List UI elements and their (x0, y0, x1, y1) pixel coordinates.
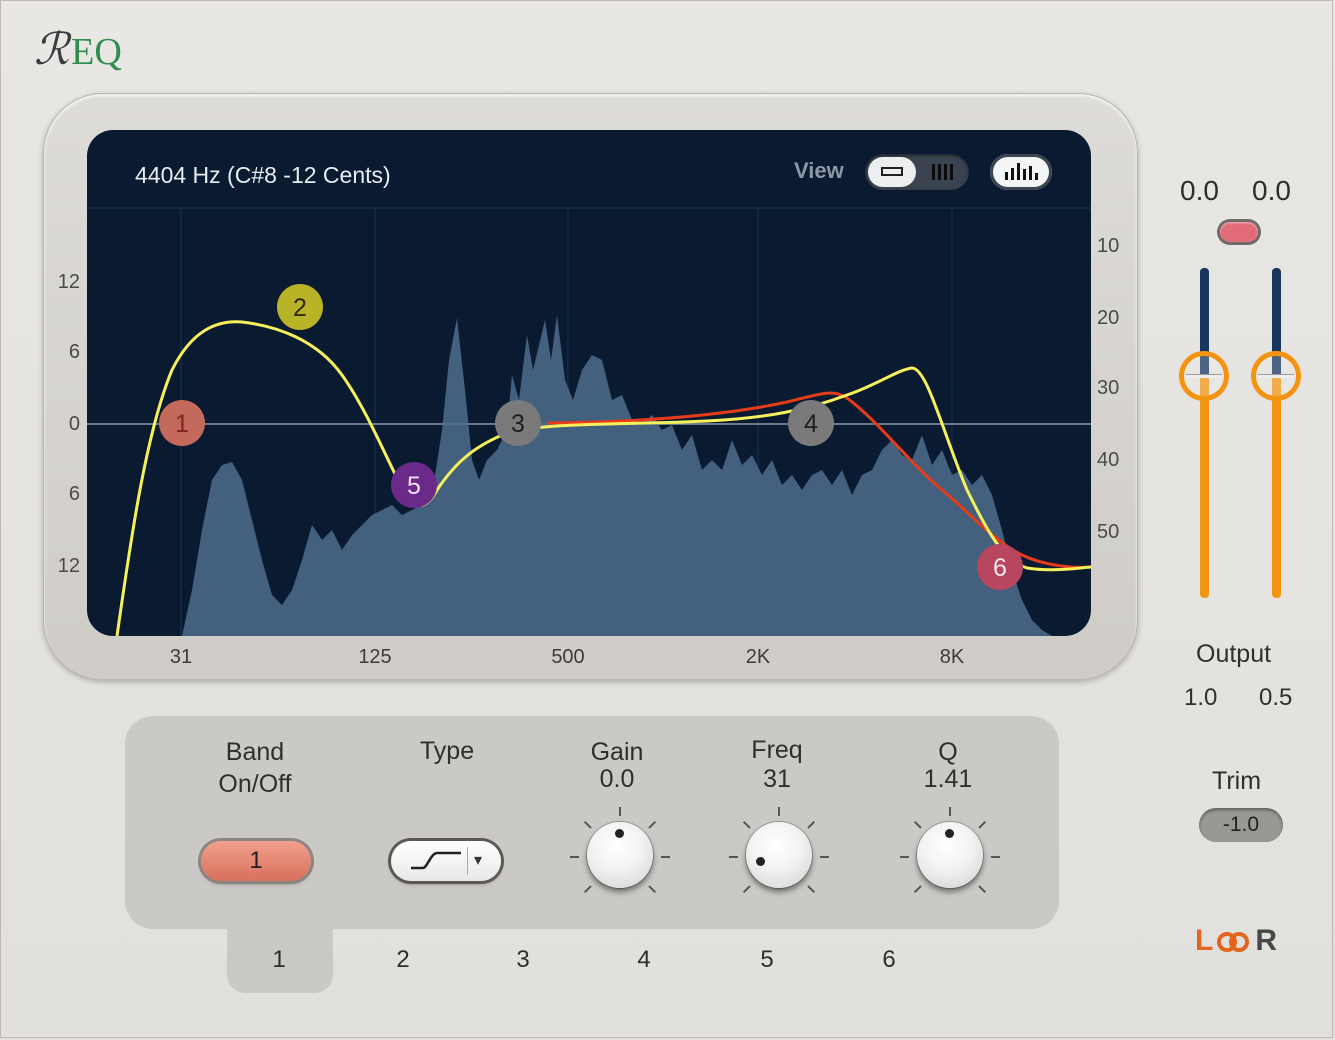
x-tick-500: 500 (551, 646, 585, 668)
freq-label: Freq (751, 736, 803, 764)
analyzer-tick-30: 30 (1097, 377, 1120, 399)
req-logo: ℛEQ (34, 24, 122, 75)
gain-tick-minus6: 6 (68, 483, 80, 505)
x-tick-31: 31 (169, 646, 193, 668)
spectrum-analyzer (182, 315, 1052, 636)
link-right-label: R (1255, 924, 1277, 957)
analyzer-tick-40: 40 (1097, 449, 1120, 471)
svg-text:2: 2 (293, 294, 307, 322)
band-node-1[interactable]: 1 (159, 400, 205, 446)
svg-text:4: 4 (804, 410, 818, 438)
clip-indicator[interactable] (1220, 222, 1258, 242)
type-dropdown[interactable]: ▾ (391, 841, 501, 881)
eq-graph[interactable]: 1 2 3 4 5 6 (87, 130, 1091, 636)
svg-text:6: 6 (993, 554, 1007, 582)
trim-label: Trim (1212, 767, 1262, 795)
output-fader-right-handle[interactable] (1251, 351, 1301, 401)
gain-tick-12: 12 (57, 271, 80, 293)
band-node-2[interactable]: 2 (277, 284, 323, 330)
analyzer-tick-10: 10 (1097, 235, 1120, 257)
single-view-button[interactable] (868, 157, 916, 187)
gain-value: 0.0 (599, 765, 635, 793)
gain-tick-minus12: 12 (57, 555, 80, 577)
x-tick-125: 125 (358, 646, 392, 668)
gain-knob-indicator (615, 829, 624, 838)
band-tab-4[interactable]: 4 (637, 946, 650, 974)
svg-text:5: 5 (407, 472, 421, 500)
output-label: Output (1196, 640, 1272, 668)
band-tab-1[interactable]: 1 (272, 946, 285, 974)
meter-value-left: 0.0 (1180, 175, 1219, 206)
band-node-5[interactable]: 5 (391, 462, 437, 508)
freq-knob-indicator (756, 857, 765, 866)
gain-tick-6: 6 (68, 341, 80, 363)
analyzer-tick-20: 20 (1097, 307, 1120, 329)
logo-r: ℛ (34, 24, 70, 75)
band-tab-2[interactable]: 2 (396, 946, 409, 974)
output-value-left: 1.0 (1184, 684, 1218, 711)
chevron-down-icon: ▾ (474, 852, 483, 869)
band-tab-3[interactable]: 3 (516, 946, 529, 974)
q-knob[interactable] (917, 822, 983, 888)
type-dropdown-divider (467, 847, 468, 875)
multi-view-button[interactable] (921, 157, 965, 187)
single-view-icon (881, 167, 903, 176)
analyzer-button[interactable] (990, 154, 1052, 190)
output-fader-left-handle[interactable] (1179, 351, 1229, 401)
output-value-right: 0.5 (1259, 684, 1293, 711)
gain-tick-0: 0 (68, 413, 80, 435)
band-onoff-label-2: On/Off (218, 770, 292, 798)
view-toggle[interactable] (865, 154, 969, 190)
band-node-6[interactable]: 6 (977, 544, 1023, 590)
highpass-icon (411, 851, 461, 870)
q-value: 1.41 (923, 765, 973, 793)
x-tick-8k: 8K (939, 646, 965, 668)
q-knob-indicator (945, 829, 954, 838)
band-tab-6[interactable]: 6 (882, 946, 895, 974)
type-label: Type (419, 737, 475, 765)
band-tab-5[interactable]: 5 (760, 946, 773, 974)
band-onoff-label-1: Band (225, 738, 285, 766)
link-icon (1217, 932, 1250, 953)
band-node-3[interactable]: 3 (495, 400, 541, 446)
band-onoff-button[interactable]: 1 (201, 841, 311, 881)
gain-knob[interactable] (587, 822, 653, 888)
trim-field[interactable]: -1.0 (1199, 808, 1283, 842)
svg-text:1: 1 (175, 410, 189, 438)
freq-value: 31 (763, 765, 791, 793)
analyzer-tick-50: 50 (1097, 521, 1120, 543)
link-left-label: L (1195, 924, 1214, 957)
logo-eq: EQ (71, 31, 122, 73)
output-fader-right[interactable] (1272, 268, 1281, 598)
output-fader-left[interactable] (1200, 268, 1209, 598)
eq-display[interactable]: 1 2 3 4 5 6 4404 Hz (C#8 -12 Cents) View (87, 130, 1091, 636)
stereo-link-button[interactable]: L R (1195, 924, 1277, 958)
meter-value-right: 0.0 (1252, 175, 1291, 206)
x-tick-2k: 2K (745, 646, 771, 668)
view-label: View (794, 158, 844, 183)
band-node-4[interactable]: 4 (788, 400, 834, 446)
freq-knob[interactable] (746, 822, 812, 888)
svg-text:3: 3 (511, 410, 525, 438)
frequency-readout: 4404 Hz (C#8 -12 Cents) (135, 162, 391, 188)
